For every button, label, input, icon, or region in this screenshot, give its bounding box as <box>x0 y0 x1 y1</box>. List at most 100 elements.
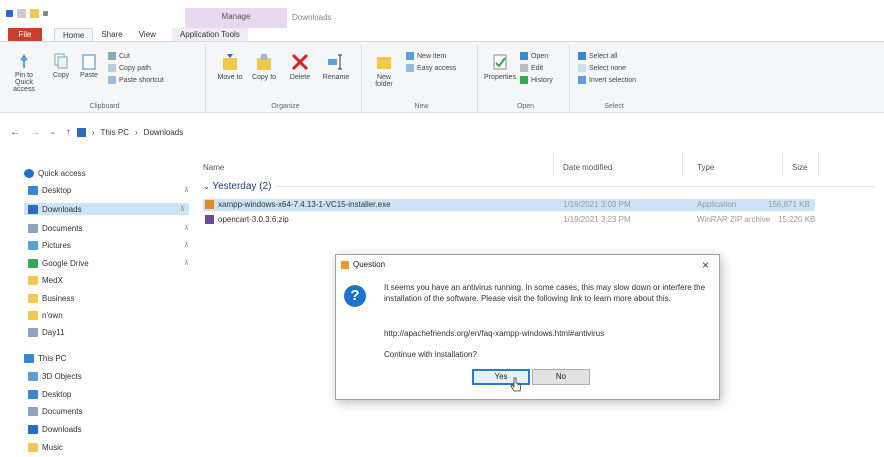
music-icon <box>28 442 38 452</box>
nav-downloads[interactable]: Downloads ⊼ <box>24 203 189 215</box>
tab-home[interactable]: Home <box>54 28 94 41</box>
easy-access-button[interactable]: Easy access <box>406 64 456 72</box>
delete-button[interactable]: Delete <box>286 52 314 81</box>
dialog-title-bar[interactable]: Question × <box>336 255 719 275</box>
nav-google-drive[interactable]: Google Drive ⊼ <box>28 257 193 269</box>
pin-icon: ⊼ <box>183 225 189 232</box>
nav-quick-access[interactable]: Quick access <box>24 167 189 179</box>
download-arrow-icon <box>28 204 38 214</box>
file-size: 15,220 KB <box>778 215 816 224</box>
breadcrumb-separator-icon: › <box>135 127 138 137</box>
select-none-button[interactable]: Select none <box>578 64 626 72</box>
select-none-icon <box>578 64 586 72</box>
breadcrumb-separator-icon: › <box>91 127 95 137</box>
column-header-date-modified[interactable]: Date modified <box>563 163 612 172</box>
properties-check-icon <box>493 54 507 70</box>
file-row-xampp[interactable]: xampp-windows-x64-7.4.13-1-VC15-installe… <box>203 199 815 211</box>
breadcrumb-this-pc[interactable]: This PC <box>101 128 129 137</box>
rename-icon <box>328 54 342 70</box>
open-button[interactable]: Open <box>520 52 548 60</box>
tab-share[interactable]: Share <box>93 28 130 41</box>
copy-button[interactable]: Copy <box>48 52 74 79</box>
invert-selection-icon <box>578 76 586 84</box>
column-header-name[interactable]: Name <box>203 163 224 172</box>
copy-to-button[interactable]: Copy to <box>250 52 278 81</box>
history-button[interactable]: History <box>520 76 553 84</box>
nav-medx[interactable]: MedX <box>28 274 193 286</box>
nav-pictures[interactable]: Pictures ⊼ <box>28 239 193 251</box>
select-group: Select all Select none Invert selection … <box>574 44 654 112</box>
tab-application-tools[interactable]: Application Tools <box>171 28 248 41</box>
back-arrow-icon[interactable]: ← <box>10 127 20 138</box>
nav-desktop[interactable]: Desktop ⊼ <box>28 184 193 196</box>
up-arrow-icon[interactable]: ↑ <box>66 127 71 138</box>
column-divider[interactable] <box>782 152 783 176</box>
nav-this-pc-documents[interactable]: Documents <box>28 405 193 417</box>
paste-shortcut-icon <box>108 76 116 84</box>
new-group: New folder New item Easy access New <box>366 44 478 112</box>
folder-icon <box>28 327 38 337</box>
select-all-button[interactable]: Select all <box>578 52 617 60</box>
properties-button[interactable]: Properties <box>484 52 516 81</box>
nav-this-pc[interactable]: This PC <box>24 352 189 364</box>
group-header-yesterday[interactable]: ⌄ Yesterday (2) <box>203 181 271 192</box>
document-icon <box>28 406 38 416</box>
new-folder-icon[interactable] <box>30 9 39 18</box>
cut-button[interactable]: Cut <box>108 52 130 60</box>
close-icon[interactable]: × <box>702 258 709 272</box>
title-bar: Manage Downloads <box>0 0 884 28</box>
copy-path-button[interactable]: Copy path <box>108 64 151 72</box>
manage-context-tab[interactable]: Manage <box>185 8 287 28</box>
nav-nown[interactable]: n'own <box>28 309 193 321</box>
paste-button[interactable]: Paste <box>76 52 102 79</box>
cube-icon <box>28 371 38 381</box>
tab-file[interactable]: File <box>8 28 42 41</box>
no-button[interactable]: No <box>532 369 590 385</box>
paste-icon <box>82 54 96 70</box>
address-bar: ← → ⌄ ↑ › This PC › Downloads <box>0 122 884 142</box>
open-group-label: Open <box>516 103 535 110</box>
chevron-down-icon[interactable] <box>43 11 48 16</box>
move-to-button[interactable]: Move to <box>216 52 244 81</box>
installer-file-icon <box>205 200 214 209</box>
file-name: xampp-windows-x64-7.4.13-1-VC15-installe… <box>218 200 391 209</box>
folder-icon <box>28 310 38 320</box>
column-divider[interactable] <box>818 152 819 176</box>
new-folder-button[interactable]: New folder <box>370 52 398 88</box>
back-arrow-icon[interactable] <box>6 10 13 17</box>
mouse-cursor-icon <box>510 377 522 392</box>
breadcrumb-downloads[interactable]: Downloads <box>144 128 184 137</box>
new-item-button[interactable]: New item <box>406 52 446 60</box>
nav-3d-objects[interactable]: 3D Objects <box>28 370 193 382</box>
properties-icon[interactable] <box>17 9 26 18</box>
nav-documents[interactable]: Documents ⊼ <box>28 222 193 234</box>
edit-icon <box>520 64 528 72</box>
column-divider[interactable] <box>553 152 554 176</box>
window-title: Downloads <box>292 13 332 22</box>
rename-button[interactable]: Rename <box>320 52 352 81</box>
chevron-down-icon: ⌄ <box>203 182 210 191</box>
forward-arrow-icon[interactable]: → <box>30 127 40 138</box>
dialog-message: It seems you have an antivirus running. … <box>384 283 706 303</box>
clipboard-group-label: Clipboard <box>89 103 120 110</box>
pin-quick-access-button[interactable]: Pin to Quick access <box>6 52 42 93</box>
google-drive-icon <box>28 258 38 268</box>
file-date: 1/19/2021 3:23 PM <box>563 215 631 224</box>
nav-this-pc-downloads[interactable]: Downloads <box>28 423 193 435</box>
nav-this-pc-desktop[interactable]: Desktop <box>28 388 193 400</box>
column-header-size[interactable]: Size <box>792 163 808 172</box>
tab-view[interactable]: View <box>131 28 164 41</box>
column-header-type[interactable]: Type <box>697 163 714 172</box>
paste-shortcut-button[interactable]: Paste shortcut <box>108 76 164 84</box>
nav-music[interactable]: Music <box>28 441 193 453</box>
recent-locations-chevron-icon[interactable]: ⌄ <box>50 128 56 136</box>
nav-business[interactable]: Business <box>28 292 193 304</box>
nav-day11[interactable]: Day11 <box>28 326 193 338</box>
column-divider[interactable] <box>682 152 683 176</box>
copy-to-icon <box>257 54 271 70</box>
invert-selection-button[interactable]: Invert selection <box>578 76 636 84</box>
file-row-opencart[interactable]: opencart-3.0.3.6.zip 1/19/2021 3:23 PM W… <box>203 214 815 226</box>
open-icon <box>520 52 528 60</box>
edit-button[interactable]: Edit <box>520 64 543 72</box>
folder-icon <box>28 275 38 285</box>
